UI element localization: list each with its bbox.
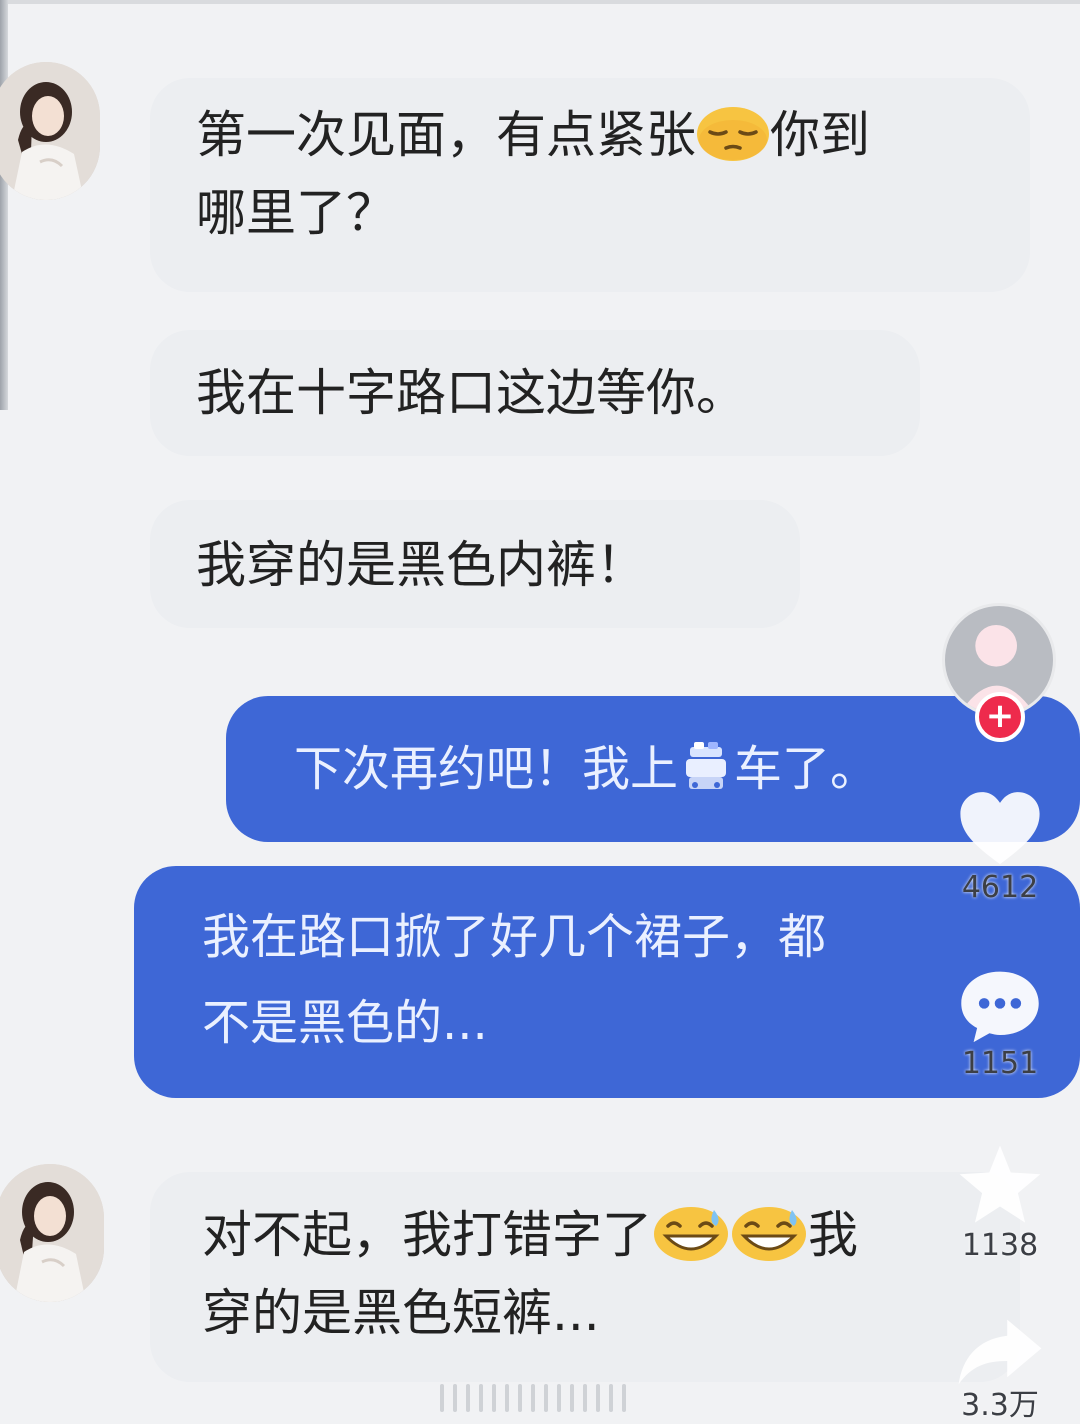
left-edge-shadow xyxy=(0,0,8,410)
message-text: 我穿的是黑色内裤！ xyxy=(196,536,646,594)
grinning-sweat-face-icon xyxy=(652,1204,730,1262)
comment-count: 1151 xyxy=(961,1046,1039,1081)
video-progress-bar[interactable] xyxy=(440,1384,626,1412)
message-text: 车了。 xyxy=(734,741,879,797)
star-icon xyxy=(940,1142,1060,1228)
like-count: 4612 xyxy=(961,870,1039,905)
comment-bubble-icon xyxy=(940,966,1060,1046)
favorite-count: 1138 xyxy=(961,1228,1039,1263)
message-text: 第一次见面，有点紧张 xyxy=(196,106,696,164)
received-message-bubble: 我在十字路口这边等你。 xyxy=(150,330,920,456)
message-text: 你到 xyxy=(770,106,870,164)
message-text: 我 xyxy=(808,1206,858,1264)
police-car-icon xyxy=(680,734,732,789)
top-edge xyxy=(0,0,1080,4)
received-message-bubble: 第一次见面，有点紧张 你到 哪里了？ xyxy=(150,78,1030,292)
share-arrow-icon xyxy=(940,1316,1060,1388)
grinning-sweat-face-icon xyxy=(730,1204,808,1262)
like-button[interactable]: 4612 xyxy=(940,788,1060,906)
message-text: 穿的是黑色短裤... xyxy=(202,1284,600,1342)
message-text: 哪里了？ xyxy=(196,184,396,242)
share-count: 3.3万 xyxy=(961,1388,1039,1423)
received-message-bubble: 我穿的是黑色内裤！ xyxy=(150,500,800,628)
received-message-bubble: 对不起，我打错字了 我 穿的是黑色短裤... xyxy=(150,1172,1020,1382)
heart-icon xyxy=(940,788,1060,870)
message-text: 对不起，我打错字了 xyxy=(202,1206,652,1264)
message-text: 我在十字路口这边等你。 xyxy=(196,364,746,422)
contact-avatar[interactable] xyxy=(0,62,100,200)
favorite-button[interactable]: 1138 xyxy=(940,1142,1060,1264)
message-text: 下次再约吧！我上 xyxy=(294,741,679,797)
follow-button[interactable]: + xyxy=(975,692,1025,742)
contact-avatar[interactable] xyxy=(0,1164,104,1302)
sent-message-bubble: 我在路口掀了好几个裙子，都 不是黑色的... xyxy=(134,866,1080,1098)
relieved-face-icon xyxy=(696,104,770,162)
share-button[interactable]: 3.3万 xyxy=(940,1316,1060,1424)
comment-button[interactable]: 1151 xyxy=(940,966,1060,1082)
